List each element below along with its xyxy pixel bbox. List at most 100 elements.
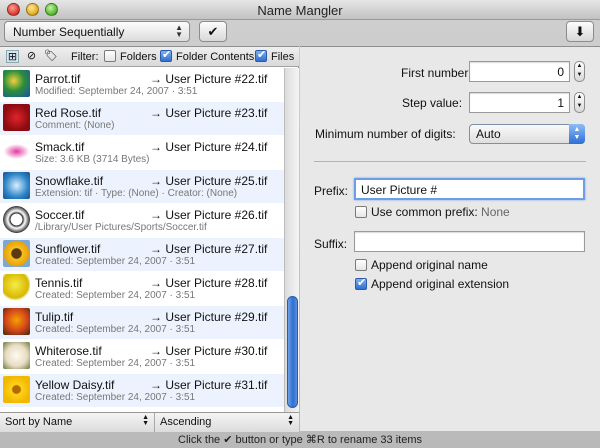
folders-label: Folders	[120, 51, 157, 63]
download-arrow-icon: ⬇	[574, 24, 586, 39]
popup-arrows-icon: ▲ ▼	[175, 23, 183, 39]
file-detail: Created: September 24, 2007 · 3:51	[35, 358, 196, 369]
smack-thumbnail	[3, 138, 30, 165]
common-prefix-checkbox[interactable]: Use common prefix: None	[355, 205, 510, 219]
common-prefix-value: None	[481, 205, 510, 219]
append-extension-checkbox-box[interactable]	[355, 276, 367, 290]
list-item[interactable]: Yellow Daisy.tif → User Picture #31.tif …	[0, 374, 284, 407]
soccer-thumbnail	[3, 206, 30, 233]
output-button[interactable]: ⬇	[566, 21, 594, 42]
list-item[interactable]: Whiterose.tif → User Picture #30.tif Cre…	[0, 340, 284, 373]
file-name: Soccer.tif	[35, 208, 85, 222]
options-pane: First number: 0 ▲ ▼ Step value: 1 ▲ ▼ Mini…	[300, 46, 600, 431]
file-detail: Created: September 24, 2007 · 3:51	[35, 392, 196, 403]
min-digits-label: Minimum number of digits:	[315, 127, 456, 141]
file-name: Tulip.tif	[35, 310, 74, 324]
snowflake-thumbnail	[3, 172, 30, 199]
new-file-name: → User Picture #24.tif	[150, 140, 268, 154]
title-bar[interactable]: Name Mangler	[0, 0, 600, 20]
list-view-icon[interactable]: ⊞	[6, 50, 19, 63]
no-entry-icon[interactable]: ⊘	[25, 50, 38, 63]
append-name-checkbox-box[interactable]	[355, 259, 367, 271]
sort-order-popup[interactable]: Ascending ▲ ▼	[155, 413, 299, 432]
window-title: Name Mangler	[257, 3, 343, 18]
first-number-field[interactable]: 0	[469, 61, 570, 82]
first-number-label: First number:	[401, 66, 472, 80]
file-detail: Created: September 24, 2007 · 3:51	[35, 290, 196, 301]
new-file-name: → User Picture #26.tif	[150, 208, 268, 222]
new-file-name: → User Picture #25.tif	[150, 174, 268, 188]
min-digits-popup[interactable]: Auto ▲ ▼	[469, 124, 585, 144]
list-item[interactable]: Soccer.tif → User Picture #26.tif /Libra…	[0, 204, 284, 237]
file-detail: /Library/User Pictures/Sports/Soccer.tif	[35, 222, 207, 233]
list-item[interactable]: Tennis.tif → User Picture #28.tif Create…	[0, 272, 284, 305]
status-bar: Click the ✔ button or type ⌘R to rename …	[178, 434, 422, 446]
file-detail: Extension: tif · Type: (None) · Creator:…	[35, 188, 238, 199]
filter-bar: ⊞ ⊘ 🏷 Filter: Folders Folder Contents Fi…	[0, 47, 299, 67]
new-file-name: → User Picture #23.tif	[150, 106, 268, 120]
name-mangler-window: Name Mangler Number Sequentially ▲ ▼ ✔ ⬇ …	[0, 0, 600, 448]
toolbar: Number Sequentially ▲ ▼ ✔ ⬇	[0, 20, 600, 44]
suffix-label: Suffix:	[314, 237, 348, 251]
file-detail: Created: September 24, 2007 · 3:51	[35, 324, 196, 335]
append-extension-checkbox[interactable]: Append original extension	[355, 276, 509, 291]
scrollbar-thumb[interactable]	[287, 296, 298, 408]
new-file-name: → User Picture #31.tif	[150, 378, 268, 392]
step-value-label: Step value:	[402, 96, 463, 110]
folders-checkbox-box[interactable]	[104, 50, 116, 62]
folders-checkbox[interactable]: Folders	[104, 50, 157, 63]
step-value-field[interactable]: 1	[469, 92, 570, 113]
vertical-scrollbar[interactable]	[284, 68, 299, 412]
popup-arrows-icon: ▲ ▼	[287, 414, 294, 427]
whiterose-thumbnail	[3, 342, 30, 369]
files-checkbox[interactable]: Files	[255, 48, 294, 63]
min-digits-value: Auto	[476, 127, 501, 141]
checkmark-icon: ✔	[207, 24, 219, 39]
files-checkbox-box[interactable]	[255, 48, 267, 62]
append-name-label: Append original name	[371, 258, 488, 272]
new-file-name: → User Picture #28.tif	[150, 276, 268, 290]
new-file-name: → User Picture #30.tif	[150, 344, 268, 358]
prefix-field[interactable]: User Picture #	[354, 178, 585, 200]
file-name: Parrot.tif	[35, 72, 81, 86]
file-detail: Modified: September 24, 2007 · 3:51	[35, 86, 198, 97]
sort-by-label: Sort by Name	[5, 416, 73, 428]
step-value-stepper[interactable]: ▲ ▼	[574, 92, 585, 113]
mangle-mode-popup[interactable]: Number Sequentially ▲ ▼	[4, 21, 190, 42]
suffix-field[interactable]	[354, 231, 585, 252]
sort-by-popup[interactable]: Sort by Name ▲ ▼	[0, 413, 155, 432]
sunflower-thumbnail	[3, 240, 30, 267]
file-name: Whiterose.tif	[35, 344, 102, 358]
append-name-checkbox[interactable]: Append original name	[355, 258, 488, 272]
list-item[interactable]: Smack.tif → User Picture #24.tif Size: 3…	[0, 136, 284, 169]
file-name: Snowflake.tif	[35, 174, 104, 188]
yellow-daisy-thumbnail	[3, 376, 30, 403]
mangle-mode-label: Number Sequentially	[13, 25, 125, 39]
first-number-stepper[interactable]: ▲ ▼	[574, 61, 585, 82]
tag-icon[interactable]: 🏷	[44, 50, 58, 63]
divider	[314, 161, 586, 162]
popup-arrows-icon: ▲ ▼	[569, 124, 585, 144]
file-name: Sunflower.tif	[35, 242, 101, 256]
folder-contents-checkbox[interactable]: Folder Contents	[160, 48, 255, 63]
folder-contents-checkbox-box[interactable]	[160, 48, 172, 62]
list-item[interactable]: Red Rose.tif → User Picture #23.tif Comm…	[0, 102, 284, 135]
list-item[interactable]: Snowflake.tif → User Picture #25.tif Ext…	[0, 170, 284, 203]
file-detail: Size: 3.6 KB (3714 Bytes)	[35, 154, 150, 165]
rename-button[interactable]: ✔	[199, 21, 227, 42]
filter-label: Filter:	[71, 51, 99, 63]
file-list[interactable]: Parrot.tif → User Picture #22.tif Modifi…	[0, 68, 284, 412]
common-prefix-label: Use common prefix:	[371, 205, 478, 219]
folder-contents-label: Folder Contents	[176, 51, 255, 63]
common-prefix-checkbox-box[interactable]	[355, 206, 367, 218]
prefix-label: Prefix:	[314, 184, 349, 198]
list-item[interactable]: Parrot.tif → User Picture #22.tif Modifi…	[0, 68, 284, 101]
file-name: Yellow Daisy.tif	[35, 378, 115, 392]
list-item[interactable]: Sunflower.tif → User Picture #27.tif Cre…	[0, 238, 284, 271]
list-item[interactable]: Tulip.tif → User Picture #29.tif Created…	[0, 306, 284, 339]
file-name: Red Rose.tif	[35, 106, 102, 120]
new-file-name: → User Picture #27.tif	[150, 242, 268, 256]
popup-arrows-icon: ▲ ▼	[142, 414, 149, 427]
new-file-name: → User Picture #29.tif	[150, 310, 268, 324]
new-file-name: → User Picture #22.tif	[150, 72, 268, 86]
